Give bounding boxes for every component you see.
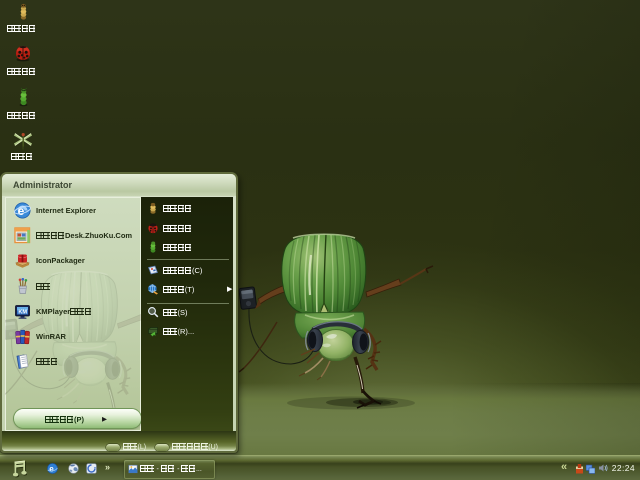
svg-text:KM: KM <box>18 309 27 315</box>
svg-text:e: e <box>49 465 54 474</box>
